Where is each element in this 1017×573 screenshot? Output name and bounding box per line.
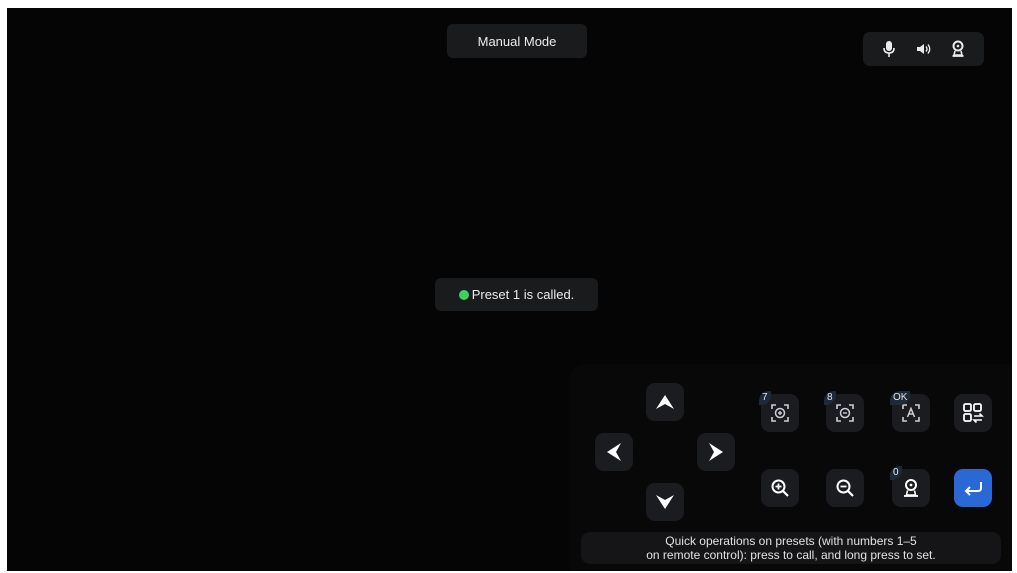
pan-down-button[interactable] — [646, 483, 684, 521]
pan-up-button[interactable] — [646, 383, 684, 421]
grid-swap-icon — [963, 403, 984, 424]
remote-key-label: 0 — [890, 466, 902, 480]
microphone-icon[interactable] — [880, 40, 898, 58]
zoom-in-frame-icon — [771, 404, 789, 422]
return-icon — [964, 482, 982, 496]
preset-hint: Quick operations on presets (with number… — [581, 532, 1001, 564]
camera-reset-icon — [904, 479, 918, 497]
hint-line-1: Quick operations on presets (with number… — [665, 534, 917, 548]
hint-line-2: on remote control): press to call, and l… — [646, 548, 936, 562]
zoom-out-frame-icon — [836, 404, 854, 422]
camera-icon[interactable] — [949, 40, 967, 58]
zoom-in-icon — [771, 479, 789, 497]
pan-left-button[interactable] — [595, 433, 633, 471]
mode-indicator[interactable]: Manual Mode — [447, 24, 587, 58]
auto-frame-icon — [902, 404, 920, 422]
speaker-icon[interactable] — [915, 40, 933, 58]
frame-zoom-out-button[interactable]: 8 — [824, 391, 864, 432]
mode-label: Manual Mode — [477, 33, 557, 49]
back-button[interactable] — [954, 469, 992, 507]
remote-key-label: 7 — [759, 391, 771, 405]
zoom-out-icon — [836, 479, 854, 497]
status-dot — [458, 289, 469, 300]
pan-right-button[interactable] — [697, 433, 735, 471]
toast-text: Preset 1 is called. — [471, 287, 575, 302]
auto-frame-button[interactable]: OK — [890, 391, 930, 432]
zoom-out-button[interactable] — [826, 469, 864, 507]
frame-zoom-in-button[interactable]: 7 — [759, 391, 799, 432]
status-bar — [863, 32, 984, 66]
camera-reset-button[interactable]: 0 — [890, 466, 930, 507]
zoom-in-button[interactable] — [761, 469, 799, 507]
camera-screen: Manual Mode Preset 1 is called. 7 8 OK 0… — [7, 8, 1012, 571]
preset-layout-button[interactable] — [954, 394, 992, 432]
remote-key-label: 8 — [824, 391, 836, 405]
preset-toast: Preset 1 is called. — [435, 278, 598, 311]
